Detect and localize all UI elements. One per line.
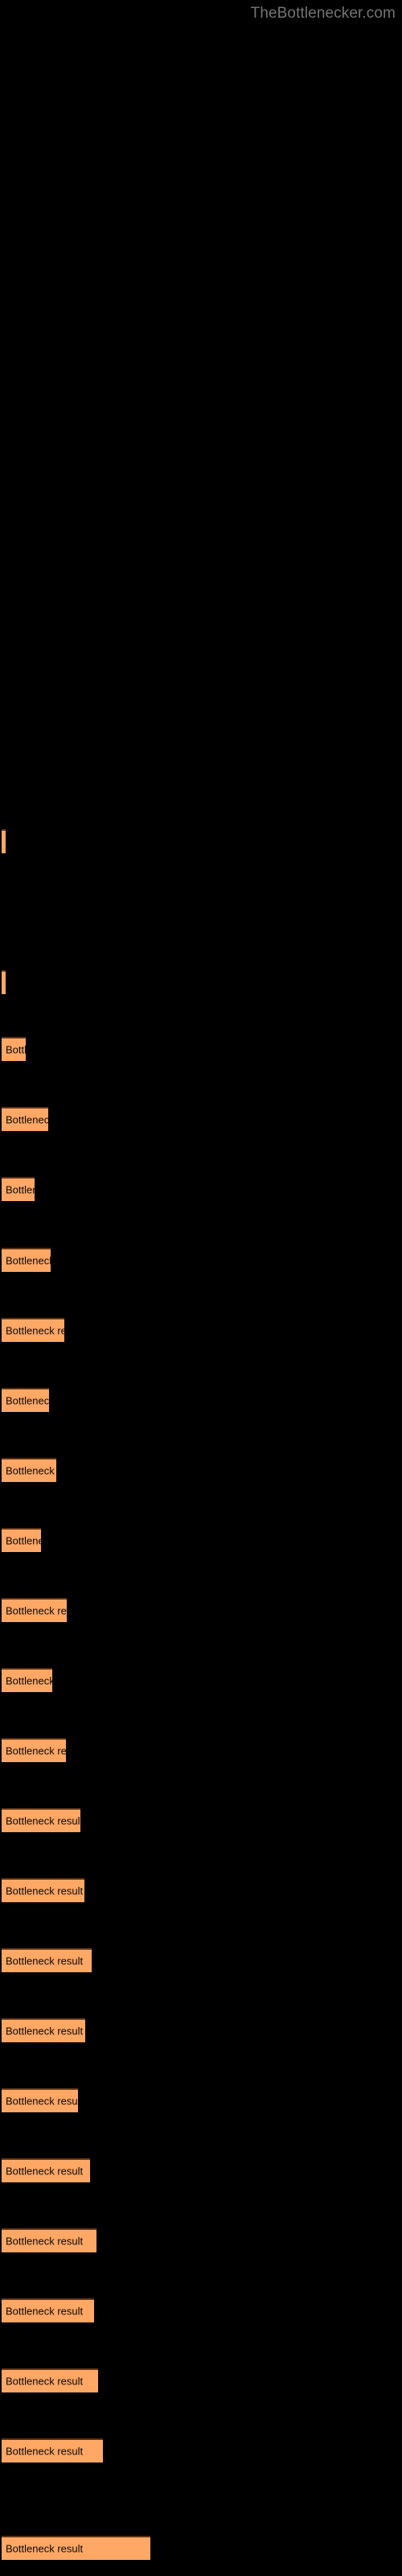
chart-bar[interactable]: Bottleneck result	[2, 2018, 85, 2042]
chart-bar[interactable]: Bottleneck result	[2, 2228, 96, 2252]
bar-row: Bottleneck result	[0, 1177, 402, 1201]
bar-row: Bottleneck result	[0, 1668, 402, 1692]
bar-label: Bottleneck result	[6, 1183, 35, 1196]
bar-row: Bottleneck result	[0, 1458, 402, 1482]
bar-row: Bottleneck result	[0, 1107, 402, 1131]
chart-bar[interactable]: Bottleneck result	[2, 2368, 98, 2392]
bar-row: Bottleneck result	[0, 1808, 402, 1832]
chart-bar[interactable]: Bottleneck result	[2, 2536, 150, 2560]
chart-bar[interactable]: Bottleneck result	[2, 2088, 78, 2112]
bar-row: Bottleneck result	[0, 1738, 402, 1762]
bar-row: Bottleneck result	[0, 2298, 402, 2322]
chart-bar[interactable]: Bottleneck result	[2, 2298, 94, 2322]
chart-bar[interactable]: Bottleneck result	[2, 2438, 103, 2462]
bar-row: Bottleneck result	[0, 2228, 402, 2252]
chart-bar[interactable]: Bottleneck result	[2, 1738, 66, 1762]
chart-bar[interactable]: Bottleneck result	[2, 1948, 92, 1972]
bar-label: Bottleneck result	[6, 2542, 84, 2555]
bar-label: Bottleneck result	[6, 2025, 84, 2037]
chart-bar[interactable]: Bottleneck result	[2, 1107, 48, 1131]
bar-label: Bottleneck result	[6, 1324, 64, 1337]
chart-bar[interactable]: Bottleneck result	[2, 1668, 52, 1692]
bar-label: Bottleneck result	[6, 1885, 84, 1897]
bar-row: Bottleneck result	[0, 2536, 402, 2560]
bar-row: Bottleneck result	[0, 2088, 402, 2112]
bar-row: Bottleneck result	[0, 1037, 402, 1061]
bar-label: Bottleneck result	[6, 1814, 80, 1827]
bar-row: Bottleneck result	[0, 2368, 402, 2392]
bar-label: Bottleneck result	[6, 1955, 84, 1967]
bar-label: Bottleneck result	[6, 1534, 41, 1547]
bar-label: Bottleneck result	[6, 1254, 51, 1267]
bar-row: Bottleneck result	[0, 1248, 402, 1272]
bar-row: Bottleneck result	[0, 970, 402, 994]
bar-row: Bottleneck result	[0, 1878, 402, 1902]
bar-label: Bottleneck result	[6, 2235, 84, 2248]
chart-bar[interactable]: Bottleneck result	[2, 1598, 67, 1622]
chart-bar[interactable]: Bottleneck result	[2, 1528, 41, 1552]
chart-bar[interactable]: Bottleneck result	[2, 1458, 56, 1482]
chart-bar[interactable]: Bottleneck result	[2, 1037, 26, 1061]
bar-label: Bottleneck result	[6, 1674, 52, 1687]
chart-bar[interactable]: Bottleneck result	[2, 2158, 90, 2182]
bar-row: Bottleneck result	[0, 1318, 402, 1342]
chart-bar[interactable]: Bottleneck result	[2, 1318, 64, 1342]
chart-bar[interactable]: Bottleneck result	[2, 1388, 49, 1412]
bar-row: Bottleneck result	[0, 2158, 402, 2182]
bar-label: Bottleneck result	[6, 2165, 84, 2178]
chart-bar[interactable]: Bottleneck result	[2, 1248, 51, 1272]
bar-label: Bottleneck result	[6, 1043, 26, 1056]
bar-label: Bottleneck result	[6, 1744, 66, 1757]
bar-row: Bottleneck result	[0, 1528, 402, 1552]
bar-label: Bottleneck result	[6, 2095, 78, 2107]
chart-bar[interactable]: Bottleneck result	[2, 829, 6, 853]
bar-label: Bottleneck result	[6, 1604, 67, 1617]
bar-row: Bottleneck result	[0, 829, 402, 853]
chart-bar[interactable]: Bottleneck result	[2, 1808, 80, 1832]
bar-row: Bottleneck result	[0, 2018, 402, 2042]
chart-bar[interactable]: Bottleneck result	[2, 1878, 84, 1902]
bar-row: Bottleneck result	[0, 1598, 402, 1622]
bar-row: Bottleneck result	[0, 2438, 402, 2462]
bar-label: Bottleneck result	[6, 2445, 84, 2458]
bar-label: Bottleneck result	[6, 1113, 48, 1126]
bar-label: Bottleneck result	[6, 2305, 84, 2318]
bar-label: Bottleneck result	[6, 1464, 56, 1477]
chart-bar[interactable]: Bottleneck result	[2, 970, 6, 994]
bar-label: Bottleneck result	[6, 2375, 84, 2388]
bar-row: Bottleneck result	[0, 1948, 402, 1972]
bar-label: Bottleneck result	[6, 1394, 49, 1407]
bottleneck-bar-chart: Bottleneck result Bottleneck result Bottle…	[0, 0, 402, 2576]
bar-row: Bottleneck result	[0, 1388, 402, 1412]
chart-bar[interactable]: Bottleneck result	[2, 1177, 35, 1201]
